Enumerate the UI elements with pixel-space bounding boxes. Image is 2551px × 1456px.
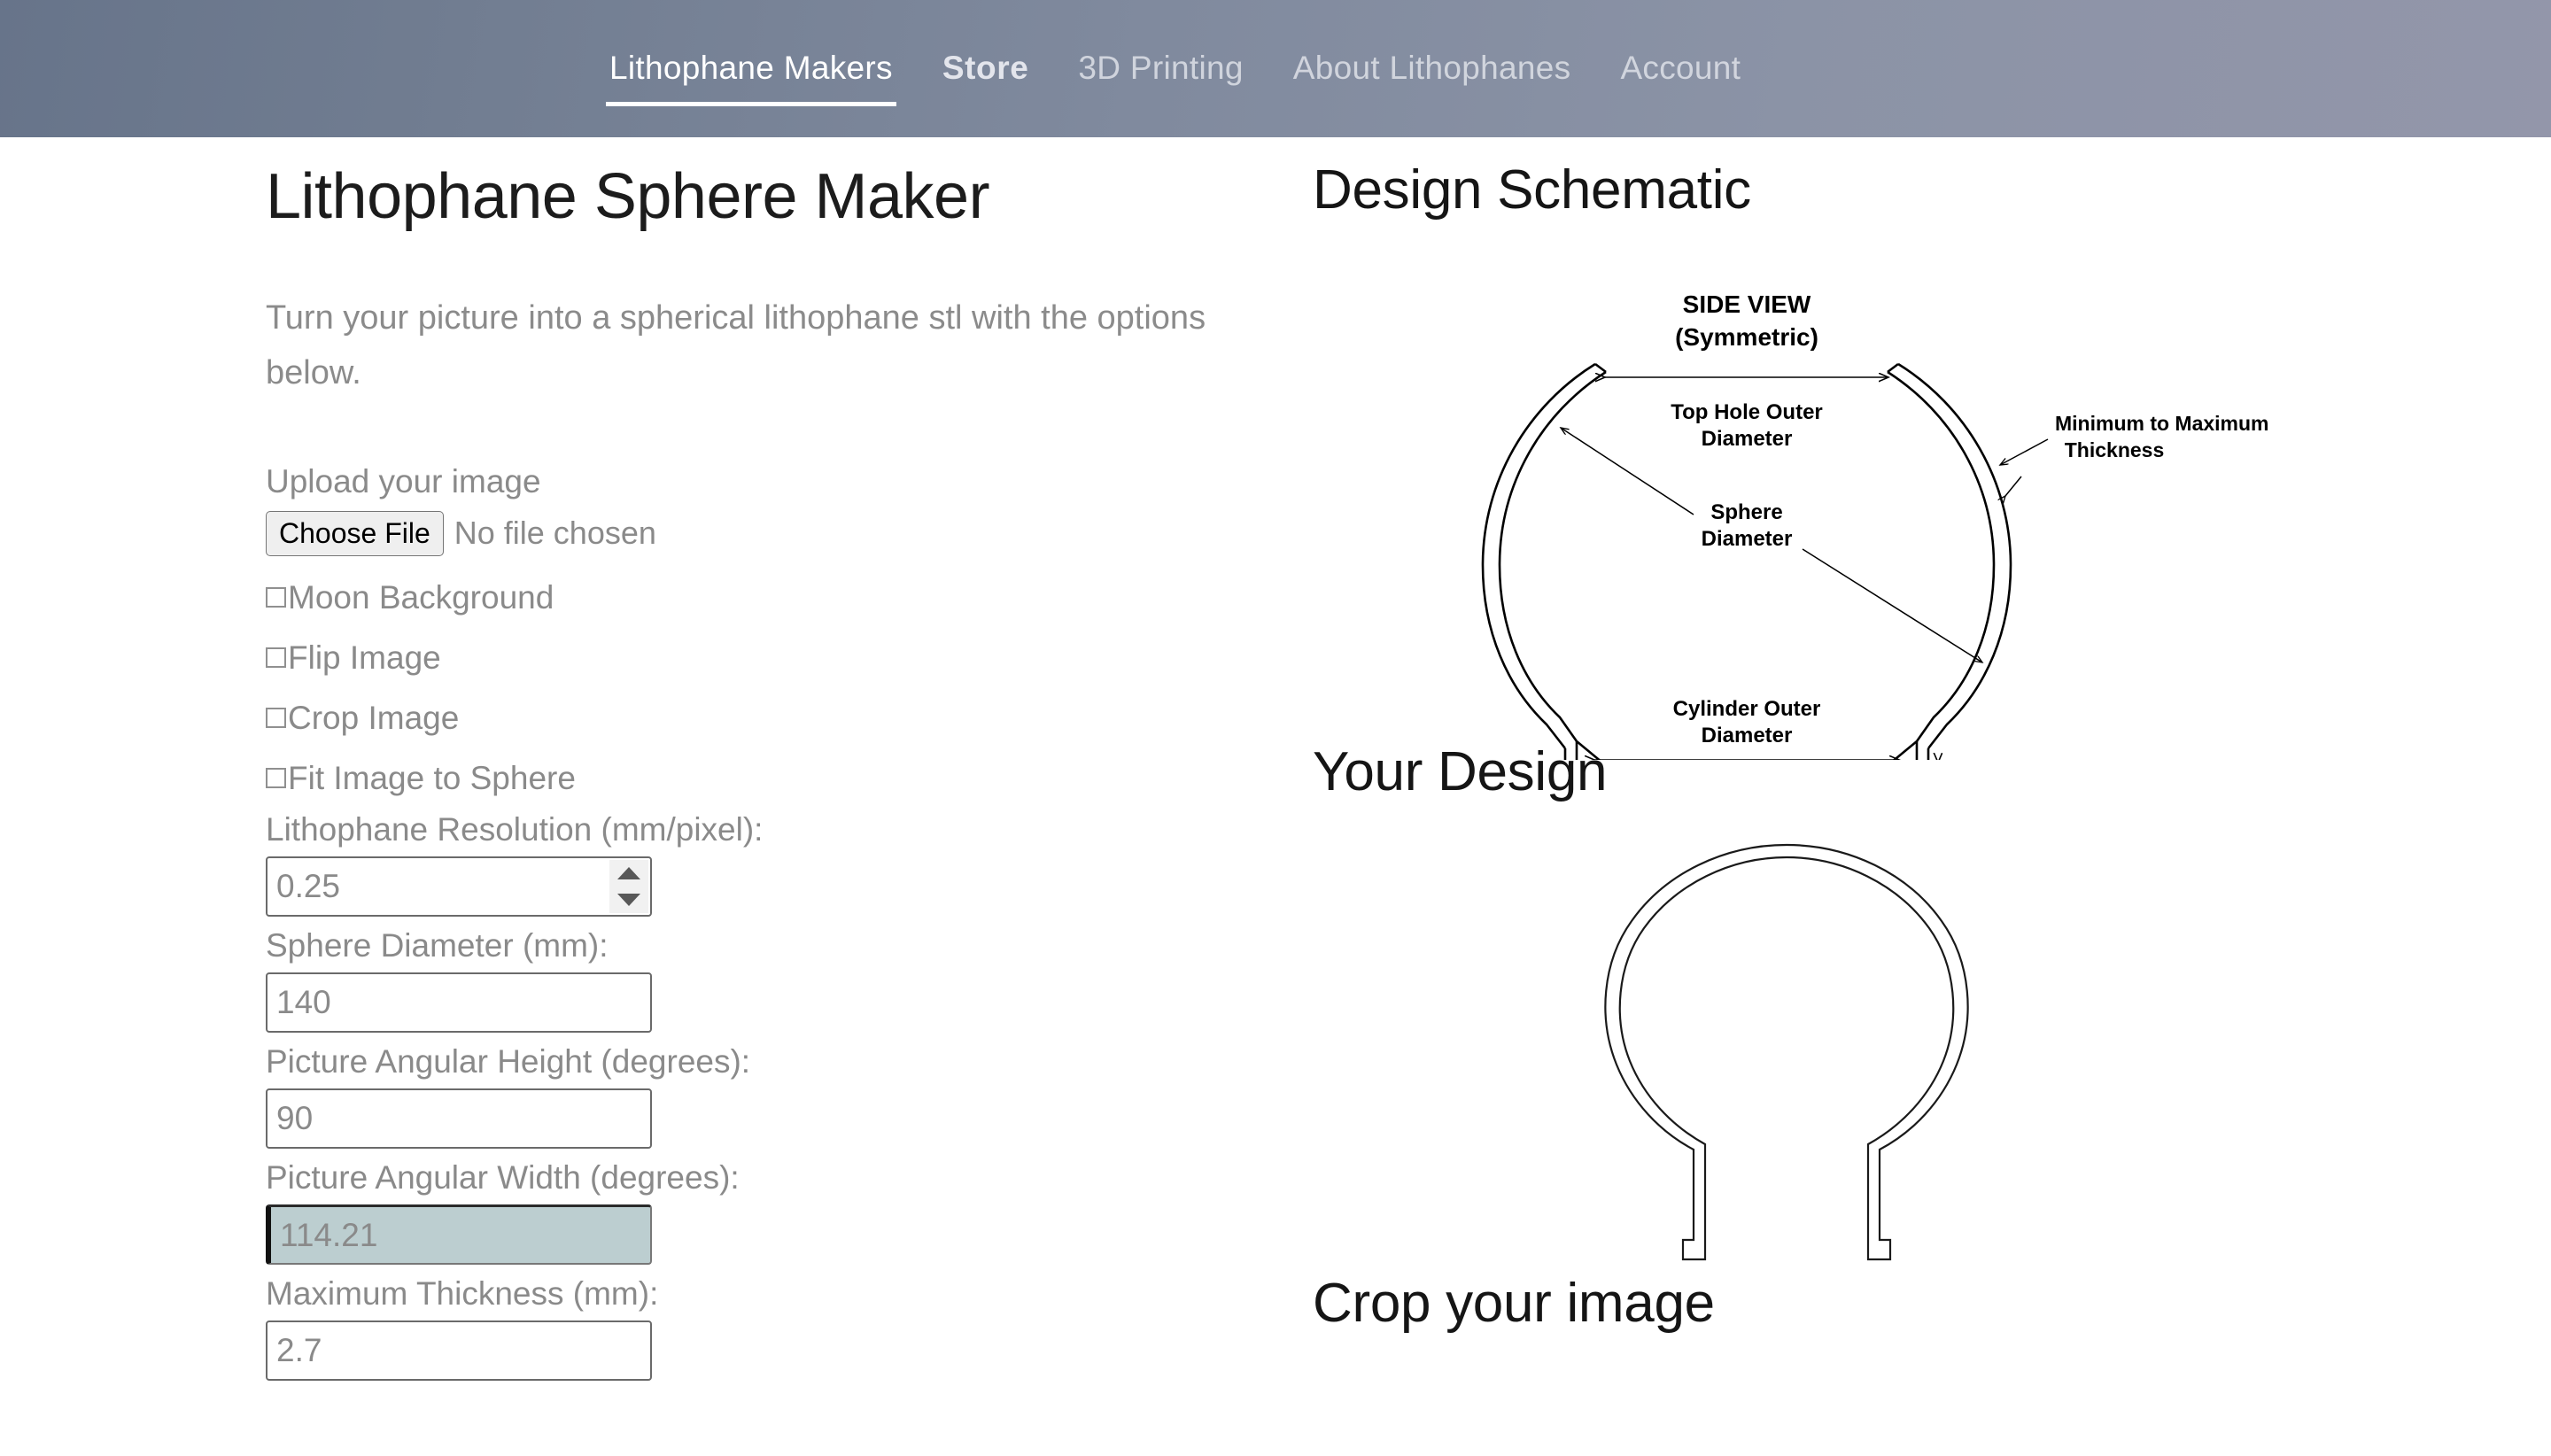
- design-schematic-figure: SIDE VIEW (Symmetric) Top Hole Outer Dia…: [1313, 264, 2464, 761]
- design-right-foot: [1866, 1216, 1892, 1260]
- input-maximum-thickness[interactable]: 2.7: [266, 1320, 652, 1382]
- nav-item-store[interactable]: Store: [918, 50, 1054, 87]
- input-lithophane-resolution[interactable]: 0.25: [266, 856, 652, 918]
- label-min-max-line1: Minimum to Maximum: [2055, 412, 2269, 435]
- file-chosen-status: No file chosen: [454, 515, 656, 552]
- number-spinner-lithophane-resolution[interactable]: [609, 860, 648, 914]
- choose-file-button[interactable]: Choose File: [266, 510, 444, 556]
- label-top-hole-line2: Diameter: [1702, 427, 1793, 451]
- field-group-sphere-diameter: Sphere Diameter (mm): 140: [266, 927, 1329, 1034]
- checkbox-label-crop-image[interactable]: Crop Image: [288, 701, 459, 734]
- cylinder-right-profile: [1892, 740, 1930, 761]
- your-design-figure: [1313, 820, 2464, 1281]
- value-picture-angular-width: 114.21: [280, 1216, 378, 1253]
- dim-line-min-max-thickness: [2000, 438, 2049, 496]
- left-column-form: Lithophane Sphere Maker Turn your pictur…: [266, 137, 1329, 1382]
- design-schematic-title: Design Schematic: [1313, 159, 1751, 221]
- field-group-picture-angular-width: Picture Angular Width (degrees): 114.21: [266, 1159, 1329, 1266]
- checkbox-label-fit-image-to-sphere[interactable]: Fit Image to Sphere: [288, 762, 576, 794]
- label-picture-angular-width: Picture Angular Width (degrees):: [266, 1159, 740, 1197]
- upload-image-label: Upload your image: [266, 463, 541, 500]
- top-navigation-bar: Lithophane Makers Store 3D Printing Abou…: [0, 0, 2551, 137]
- input-picture-angular-height[interactable]: 90: [266, 1088, 652, 1150]
- label-cylinder-outer-line2: Diameter: [1702, 724, 1793, 747]
- field-group-picture-angular-height: Picture Angular Height (degrees): 90: [266, 1043, 1329, 1150]
- nav-item-lithophane-makers[interactable]: Lithophane Makers: [585, 50, 918, 106]
- nav-item-about-lithophanes[interactable]: About Lithophanes: [1268, 50, 1596, 87]
- checkbox-flip-image[interactable]: [266, 647, 286, 668]
- label-lithophane-resolution: Lithophane Resolution (mm/pixel):: [266, 811, 764, 848]
- spinner-up-icon[interactable]: [617, 867, 640, 880]
- label-picture-angular-height: Picture Angular Height (degrees):: [266, 1043, 751, 1080]
- value-picture-angular-height: 90: [276, 1100, 314, 1137]
- input-picture-angular-width[interactable]: 114.21: [266, 1204, 652, 1266]
- label-sphere-diameter-line1: Sphere: [1710, 500, 1782, 524]
- design-left-foot: [1681, 1216, 1707, 1260]
- page-content: Lithophane Sphere Maker Turn your pictur…: [0, 137, 2551, 1456]
- value-lithophane-resolution: 0.25: [276, 868, 341, 905]
- nav-items-container: Lithophane Makers Store 3D Printing Abou…: [585, 50, 1765, 106]
- your-design-svg: [1604, 843, 1969, 1260]
- label-sphere-diameter-line2: Diameter: [1702, 527, 1793, 551]
- label-cylinder-outer-line1: Cylinder Outer: [1673, 697, 1821, 721]
- side-view-line2: (Symmetric): [1675, 323, 1818, 351]
- nav-item-3d-printing[interactable]: 3D Printing: [1053, 50, 1268, 87]
- file-upload-row: Choose File No file chosen: [266, 508, 1329, 558]
- value-sphere-diameter: 140: [276, 984, 331, 1021]
- checkbox-label-flip-image[interactable]: Flip Image: [288, 641, 441, 674]
- nav-item-account[interactable]: Account: [1595, 50, 1765, 87]
- side-view-line1: SIDE VIEW: [1683, 290, 1811, 318]
- label-top-hole-line1: Top Hole Outer: [1671, 400, 1823, 424]
- checkbox-row-moon-background[interactable]: Moon Background: [266, 567, 1329, 627]
- sphere-maker-form: Upload your image Choose File No file ch…: [266, 463, 1329, 1382]
- design-shell-outline: [1604, 843, 1969, 1217]
- checkbox-fit-image-to-sphere[interactable]: [266, 767, 286, 788]
- right-column-preview: Design Schematic SIDE VIEW (Symmetric) T…: [1313, 137, 2464, 1335]
- cylinder-left-profile: [1563, 740, 1601, 761]
- checkbox-label-moon-background[interactable]: Moon Background: [288, 581, 554, 614]
- value-maximum-thickness: 2.7: [276, 1332, 322, 1369]
- checkbox-row-flip-image[interactable]: Flip Image: [266, 627, 1329, 687]
- crop-your-image-title: Crop your image: [1313, 1272, 1715, 1334]
- label-sphere-diameter: Sphere Diameter (mm):: [266, 927, 609, 964]
- label-maximum-thickness: Maximum Thickness (mm):: [266, 1275, 659, 1313]
- field-group-maximum-thickness: Maximum Thickness (mm): 2.7: [266, 1275, 1329, 1382]
- label-min-max-line2: Thickness: [2065, 438, 2165, 461]
- field-group-lithophane-resolution: Lithophane Resolution (mm/pixel): 0.25: [266, 811, 1329, 918]
- page-title: Lithophane Sphere Maker: [266, 161, 990, 232]
- schematic-title-text: SIDE VIEW (Symmetric): [1675, 290, 1818, 351]
- intro-paragraph: Turn your picture into a spherical litho…: [266, 298, 1206, 392]
- checkbox-row-crop-image[interactable]: Crop Image: [266, 687, 1329, 747]
- spinner-down-icon[interactable]: [617, 894, 640, 907]
- checkbox-crop-image[interactable]: [266, 707, 286, 728]
- checkbox-row-fit-image-to-sphere[interactable]: Fit Image to Sphere: [266, 747, 1329, 808]
- schematic-svg: SIDE VIEW (Symmetric) Top Hole Outer Dia…: [1481, 290, 2269, 761]
- checkbox-moon-background[interactable]: [266, 586, 286, 608]
- input-sphere-diameter[interactable]: 140: [266, 972, 652, 1034]
